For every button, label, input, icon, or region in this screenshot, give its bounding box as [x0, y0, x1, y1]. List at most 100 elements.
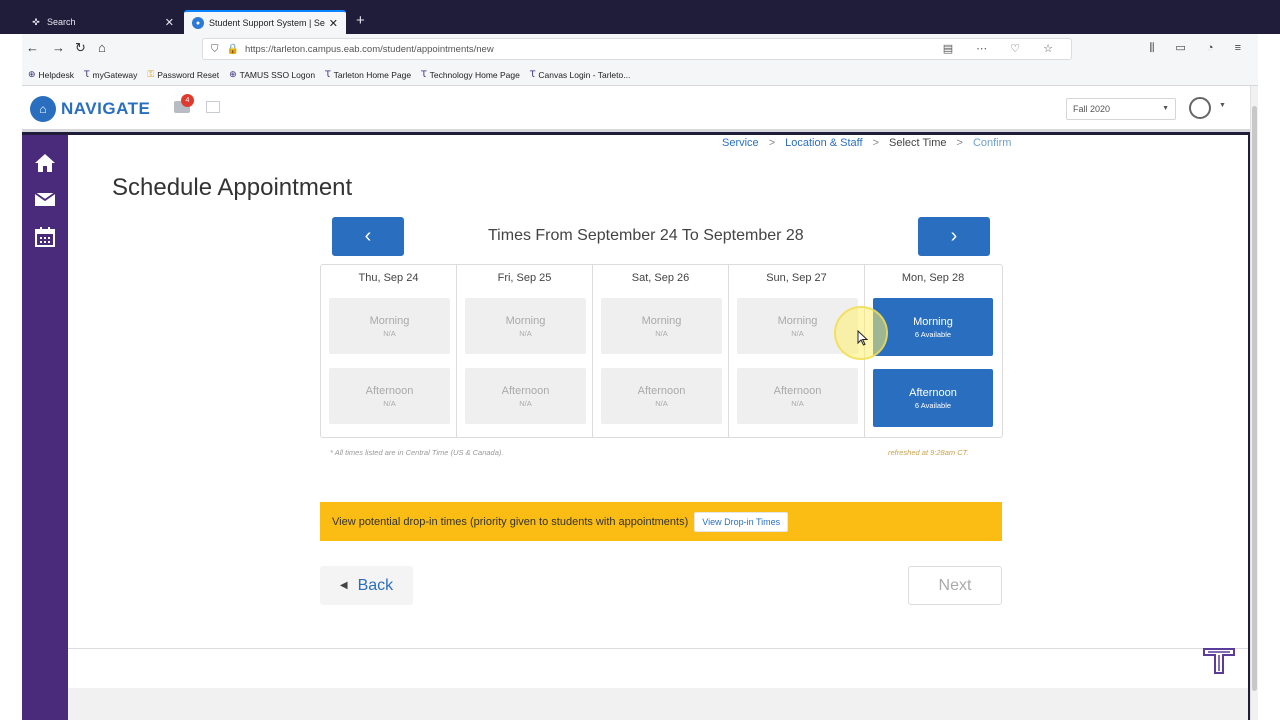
- bookmark-label: TAMUS SSO Logon: [239, 69, 316, 80]
- window-edge-right: [1258, 34, 1280, 720]
- reload-icon[interactable]: ↻: [75, 40, 86, 56]
- lock-icon[interactable]: 🔒: [227, 44, 239, 55]
- avatar[interactable]: [1189, 97, 1211, 119]
- tracking-shield-icon[interactable]: ⛉: [211, 44, 219, 55]
- messages-icon[interactable]: [206, 101, 220, 113]
- toolbar-icons[interactable]: ⫼ ▭ ◔ ≡: [1149, 41, 1250, 55]
- bookmark-password-reset[interactable]: ⚿ Password Reset: [147, 69, 219, 80]
- view-drop-in-times-button[interactable]: View Drop-in Times: [694, 511, 789, 532]
- page-scrollbar[interactable]: [1250, 86, 1258, 720]
- slot-morning: Morning N/A: [329, 298, 450, 354]
- slot-status: N/A: [791, 398, 804, 408]
- next-week-button[interactable]: ›: [918, 217, 990, 256]
- bookmark-label: Helpdesk: [38, 69, 74, 80]
- slot-label: Afternoon: [909, 386, 957, 399]
- day-column: Fri, Sep 25 Morning N/A Afternoon N/A: [457, 265, 593, 437]
- slot-status: N/A: [383, 398, 396, 408]
- day-header: Mon, Sep 28: [901, 272, 965, 284]
- home-icon[interactable]: [33, 151, 57, 175]
- slot-label: Morning: [369, 314, 410, 327]
- day-header: Fri, Sep 25: [497, 272, 552, 284]
- chevron-down-icon[interactable]: ▼: [1219, 102, 1226, 109]
- breadcrumb-select-time: Select Time: [889, 137, 947, 149]
- slot-status: N/A: [655, 398, 668, 408]
- footer: [68, 688, 1248, 720]
- address-bar[interactable]: ⛉ 🔒 https://tarleton.campus.eab.com/stud…: [202, 38, 1072, 60]
- bookmark-label: myGateway: [92, 69, 138, 80]
- day-column: Thu, Sep 24 Morning N/A Afternoon N/A: [321, 265, 457, 437]
- close-tab-icon[interactable]: ✕: [329, 17, 338, 30]
- slot-morning: Morning N/A: [465, 298, 586, 354]
- slot-morning-button[interactable]: Morning 6 Available: [873, 298, 993, 356]
- day-column: Mon, Sep 28 Morning 6 Available Afternoon…: [865, 265, 1001, 437]
- back-button[interactable]: ◀ Back: [320, 566, 413, 605]
- navigate-favicon-icon: ●: [192, 17, 204, 29]
- breadcrumb: Service > Location & Staff > Select Time…: [722, 137, 1021, 149]
- day-header: Sun, Sep 27: [766, 272, 827, 284]
- slot-label: Morning: [505, 314, 546, 327]
- page-title: Schedule Appointment: [112, 174, 353, 201]
- tarleton-icon: Ꚍ: [325, 69, 331, 79]
- navigate-logo[interactable]: ⌂ NAVIGATE: [30, 96, 150, 122]
- breadcrumb-location-staff[interactable]: Location & Staff: [785, 137, 862, 149]
- slot-status: N/A: [383, 328, 396, 338]
- scrollbar-thumb[interactable]: [1252, 106, 1257, 691]
- day-header: Sat, Sep 26: [631, 272, 690, 284]
- slot-status: N/A: [655, 328, 668, 338]
- bookmark-canvas-login[interactable]: Ꚍ Canvas Login - Tarleto...: [530, 69, 630, 80]
- slot-label: Afternoon: [365, 384, 414, 397]
- bookmark-helpdesk[interactable]: ⊕ Helpdesk: [28, 69, 74, 80]
- forward-arrow-icon[interactable]: →: [52, 40, 65, 55]
- tab-student-support[interactable]: ● Student Support System | Sele ✕: [184, 10, 346, 34]
- back-arrow-icon[interactable]: ←: [26, 40, 39, 55]
- close-tab-icon[interactable]: ✕: [165, 16, 174, 29]
- slot-status: N/A: [519, 398, 532, 408]
- day-column: Sat, Sep 26 Morning N/A Afternoon N/A: [593, 265, 729, 437]
- tab-title: Student Support System | Sele: [209, 18, 325, 28]
- availability-grid: Thu, Sep 24 Morning N/A Afternoon N/A Fri,…: [320, 264, 1003, 438]
- tab-title: Search: [47, 17, 76, 27]
- mail-icon[interactable]: [33, 187, 57, 211]
- slot-status: 6 Available: [914, 400, 952, 410]
- slot-afternoon: Afternoon N/A: [329, 368, 450, 424]
- breadcrumb-service[interactable]: Service: [722, 137, 759, 149]
- bookmark-tamus-sso[interactable]: ⊕ TAMUS SSO Logon: [229, 69, 315, 80]
- mouse-pointer-icon: [857, 330, 869, 346]
- breadcrumb-separator: >: [768, 137, 776, 149]
- drop-in-banner: View potential drop-in times (priority g…: [320, 502, 1002, 541]
- slot-status: N/A: [519, 328, 532, 338]
- slot-afternoon: Afternoon N/A: [737, 368, 858, 424]
- window-edge-left: [0, 34, 22, 720]
- chevron-down-icon: ▼: [1162, 105, 1169, 112]
- tab-search[interactable]: ✜ Search ✕: [22, 10, 182, 34]
- divider: [68, 648, 1248, 649]
- refreshed-note: refreshed at 9:28am CT.: [888, 448, 969, 457]
- tarleton-icon: Ꚍ: [421, 69, 427, 79]
- bookmark-tarleton-home[interactable]: Ꚍ Tarleton Home Page: [325, 69, 411, 80]
- slot-status: 6 Available: [914, 329, 952, 339]
- caret-left-icon: ◀: [339, 580, 348, 591]
- tab-strip: ✜ Search ✕ ● Student Support System | Se…: [22, 10, 1258, 34]
- notification-badge: 4: [181, 94, 194, 107]
- page-actions-icon[interactable]: ▤ ⋯ ♡ ☆: [943, 42, 1063, 55]
- home-icon[interactable]: ⌂: [98, 40, 106, 55]
- logo-text: NAVIGATE: [61, 99, 151, 118]
- day-header: Thu, Sep 24: [358, 272, 419, 284]
- slot-afternoon: Afternoon N/A: [601, 368, 722, 424]
- bookmark-label: Password Reset: [157, 69, 220, 80]
- previous-week-button[interactable]: ‹: [332, 217, 404, 256]
- tarleton-icon: Ꚍ: [529, 69, 536, 79]
- breadcrumb-separator: >: [872, 137, 880, 149]
- bookmark-technology-home[interactable]: Ꚍ Technology Home Page: [421, 69, 520, 80]
- navigate-logo-icon: ⌂: [30, 96, 56, 122]
- navigation-bar: ← → ↻ ⌂ ⛉ 🔒 https://tarleton.campus.eab.…: [22, 34, 1258, 64]
- new-tab-icon[interactable]: +: [356, 12, 365, 29]
- next-button[interactable]: Next: [908, 566, 1002, 605]
- slot-label: Morning: [913, 315, 953, 328]
- url-text: https://tarleton.campus.eab.com/student/…: [244, 43, 494, 55]
- bookmark-mygateway[interactable]: ꚌmyGateway: [84, 69, 137, 80]
- calendar-icon[interactable]: [33, 225, 57, 249]
- slot-afternoon-button[interactable]: Afternoon 6 Available: [873, 369, 993, 427]
- bookmarks-bar: ⊕ Helpdesk ꚌmyGateway ⚿ Password Reset ⊕ TA…: [22, 64, 1258, 86]
- term-select[interactable]: Fall 2020 ▼: [1066, 98, 1176, 120]
